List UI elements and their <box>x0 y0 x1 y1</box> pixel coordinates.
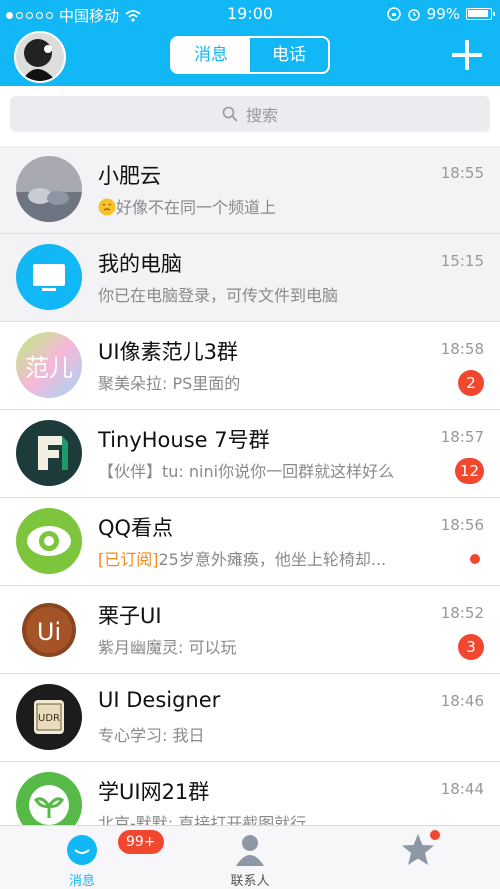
conversation-item[interactable]: 小肥云 18:55 好像不在同一个频道上 <box>0 146 500 234</box>
conversation-item[interactable]: 范儿 UI像素范儿3群 18:58 聚美朵拉: PS里面的 2 <box>0 322 500 410</box>
conversation-preview: 好像不在同一个频道上 <box>98 194 276 218</box>
tab-messages[interactable]: 消息 <box>172 38 250 72</box>
avatar <box>16 508 82 574</box>
conversation-item[interactable]: 我的电脑 15:15 你已在电脑登录，可传文件到电脑 <box>0 234 500 322</box>
tab-label: 联系人 <box>230 874 270 889</box>
conversation-item[interactable]: Ui 栗子UI 18:52 紫月幽魔灵: 可以玩 3 <box>0 586 500 674</box>
conversation-preview: 你已在电脑登录，可传文件到电脑 <box>98 286 339 305</box>
conversation-name: 栗子UI <box>98 604 162 628</box>
bottom-tabbar: 99+ 消息 联系人 <box>0 825 500 889</box>
status-right: 99% <box>386 5 495 23</box>
alarm-icon <box>407 9 420 21</box>
conversation-preview: 聚美朵拉: PS里面的 <box>98 374 241 393</box>
svg-text:范儿: 范儿 <box>25 354 73 382</box>
conversation-time: 18:46 <box>440 692 484 710</box>
unread-badge: 2 <box>458 370 484 396</box>
svg-text:Ui: Ui <box>37 618 61 646</box>
segmented-control: 消息 电话 <box>170 36 330 74</box>
emoji-icon <box>98 198 116 216</box>
avatar <box>16 244 82 310</box>
search-placeholder: 搜索 <box>245 106 278 125</box>
tab-messages-bottom[interactable]: 99+ 消息 <box>22 826 164 889</box>
conversation-preview: 专心学习: 我日 <box>98 726 205 745</box>
search-input[interactable]: 搜索 <box>10 96 490 132</box>
conversation-time: 18:55 <box>440 164 484 182</box>
search-area: 搜索 <box>0 86 500 146</box>
battery-icon <box>466 8 495 20</box>
chat-bubble-icon <box>67 835 97 865</box>
tab-favorites[interactable] <box>358 826 478 889</box>
conversation-time: 18:44 <box>440 780 484 798</box>
conversation-preview: 紫月幽魔灵: 可以玩 <box>98 638 237 657</box>
conversation-time: 18:56 <box>440 516 484 534</box>
conversation-time: 18:58 <box>440 340 484 358</box>
conversation-name: 学UI网21群 <box>98 780 210 804</box>
notification-dot <box>430 830 440 840</box>
conversation-name: UI像素范儿3群 <box>98 340 238 364</box>
conversation-name: 我的电脑 <box>98 252 182 276</box>
avatar <box>16 420 82 486</box>
unread-badge: 3 <box>458 634 484 660</box>
conversation-item[interactable]: TinyHouse 7号群 18:57 【伙伴】tu: nini你说你一回群就这… <box>0 410 500 498</box>
conversation-list: 小肥云 18:55 好像不在同一个频道上 我的电脑 15:15 你已在电脑登录，… <box>0 146 500 850</box>
tab-label: 消息 <box>68 874 95 889</box>
conversation-name: TinyHouse 7号群 <box>98 428 270 452</box>
conversation-time: 15:15 <box>440 252 484 270</box>
conversation-name: QQ看点 <box>98 516 174 540</box>
avatar <box>16 156 82 222</box>
tab-contacts[interactable]: 联系人 <box>190 826 310 889</box>
svg-text:UDR: UDR <box>38 713 60 724</box>
avatar: 范儿 <box>16 332 82 398</box>
tab-calls[interactable]: 电话 <box>250 38 328 72</box>
conversation-time: 18:57 <box>440 428 484 446</box>
unread-dot <box>470 554 480 564</box>
messages-count-badge: 99+ <box>118 830 164 854</box>
conversation-name: UI Designer <box>98 688 221 712</box>
avatar: Ui <box>16 596 82 662</box>
conversation-preview: 【伙伴】tu: nini你说你一回群就这样好么 <box>98 462 395 481</box>
subscribed-tag: [已订阅] <box>98 550 159 569</box>
conversation-item[interactable]: UDR UI Designer 18:46 专心学习: 我日 <box>0 674 500 762</box>
avatar: UDR <box>16 684 82 750</box>
app-header: 消息 电话 <box>0 28 500 86</box>
contacts-icon <box>236 835 264 866</box>
conversation-time: 18:52 <box>440 604 484 622</box>
rotation-lock-icon <box>386 7 401 21</box>
battery-percent: 99% <box>426 5 460 23</box>
unread-badge: 12 <box>454 458 484 484</box>
conversation-name: 小肥云 <box>98 164 161 188</box>
my-avatar[interactable] <box>14 31 66 83</box>
conversation-preview: [已订阅]25岁意外瘫痪，他坐上轮椅却... <box>98 550 387 569</box>
search-icon <box>222 106 238 122</box>
add-icon[interactable] <box>448 36 486 74</box>
status-bar: 中国移动 19:00 99% <box>0 0 500 28</box>
conversation-item[interactable]: QQ看点 18:56 [已订阅]25岁意外瘫痪，他坐上轮椅却... <box>0 498 500 586</box>
